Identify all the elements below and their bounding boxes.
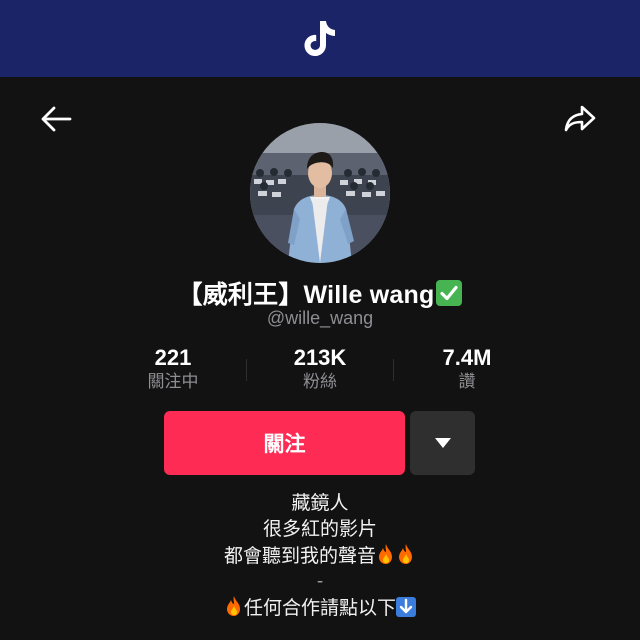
bio-line-text: 都會聽到我的聲音 [223, 546, 376, 567]
app-top-bar [0, 0, 640, 77]
bio-line: 都會聽到我的聲音 [0, 543, 640, 569]
bio-line: 任何合作請點以下 [0, 595, 640, 621]
back-arrow-icon [41, 106, 72, 132]
display-name-text: 【威利王】Wille wang [177, 281, 435, 309]
fire-emoji-icon [379, 544, 392, 564]
bio-line-text: 任何合作請點以下 [243, 598, 396, 619]
following-count: 221 [154, 345, 192, 370]
more-options-button[interactable] [410, 411, 475, 475]
likes-stat[interactable]: 7.4M 讚 [394, 345, 540, 393]
back-button[interactable] [34, 97, 78, 141]
follow-button-label: 關注 [263, 433, 306, 456]
fire-emoji-icon [226, 596, 240, 616]
following-stat[interactable]: 221 關注中 [100, 345, 246, 393]
profile-screen: 【威利王】Wille wang @wille_wang 221 關注中 213K… [0, 77, 640, 640]
profile-bio: 藏鏡人 很多紅的影片 都會聽到我的聲音 - 任何合作請點以下 [0, 491, 640, 621]
username-handle: @wille_wang [266, 308, 374, 328]
bio-line: 很多紅的影片 [262, 519, 377, 540]
followers-count: 213K [293, 345, 347, 370]
share-button[interactable] [558, 97, 602, 141]
profile-stats: 221 關注中 213K 粉絲 7.4M 讚 [100, 345, 540, 401]
tiktok-logo-icon [304, 20, 335, 56]
display-name: 【威利王】Wille wang [0, 275, 640, 311]
bio-line: 藏鏡人 [291, 493, 349, 514]
likes-count: 7.4M [442, 345, 492, 370]
avatar[interactable] [250, 123, 390, 263]
caret-down-icon [434, 438, 451, 448]
likes-label: 讚 [458, 372, 476, 391]
fire-emoji-icon [399, 544, 412, 564]
followers-stat[interactable]: 213K 粉絲 [247, 345, 393, 393]
down-arrow-emoji-icon [396, 597, 416, 617]
verified-check-icon [436, 280, 463, 306]
followers-label: 粉絲 [303, 372, 337, 391]
follow-button[interactable]: 關注 [164, 411, 405, 475]
bio-line: - [316, 571, 324, 592]
share-arrow-icon [564, 105, 596, 132]
avatar-photo [250, 123, 390, 263]
following-label: 關注中 [147, 372, 199, 391]
